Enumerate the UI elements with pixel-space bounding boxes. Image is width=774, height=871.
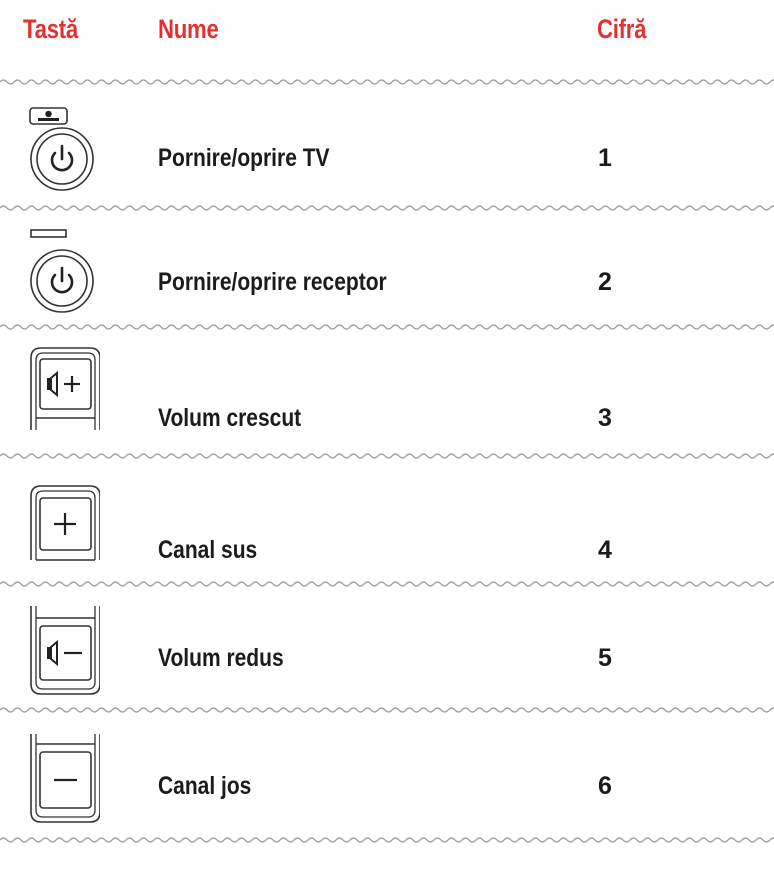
column-header-key: Tastă [23, 14, 78, 44]
column-header-digit: Cifră [597, 14, 647, 44]
key-name: Pornire/oprire receptor [158, 268, 387, 296]
tv-power-icon [29, 107, 94, 191]
key-digit: 4 [598, 536, 612, 564]
volume-down-icon [30, 606, 100, 695]
key-digit: 2 [598, 268, 612, 296]
key-name: Volum crescut [158, 404, 302, 432]
table-row: Volum crescut 3 [0, 346, 774, 456]
table-row: Volum redus 5 [0, 604, 774, 714]
key-name: Volum redus [158, 644, 284, 672]
key-digit: 3 [598, 404, 612, 432]
table-row: Pornire/oprire TV 1 [0, 102, 774, 212]
volume-up-icon [30, 347, 100, 430]
wavy-divider [0, 79, 774, 85]
table-row: Canal sus 4 [0, 476, 774, 586]
table-row: Canal jos 6 [0, 730, 774, 840]
key-name: Pornire/oprire TV [158, 144, 330, 172]
key-digit: 5 [598, 644, 612, 672]
channel-up-icon [30, 485, 100, 561]
column-header-name: Nume [158, 14, 219, 44]
table-row: Pornire/oprire receptor 2 [0, 228, 774, 338]
key-name: Canal sus [158, 536, 258, 564]
key-digit: 6 [598, 772, 612, 800]
key-name: Canal jos [158, 772, 252, 800]
receiver-power-icon [30, 229, 94, 313]
key-digit: 1 [598, 144, 612, 172]
channel-down-icon [30, 734, 100, 823]
